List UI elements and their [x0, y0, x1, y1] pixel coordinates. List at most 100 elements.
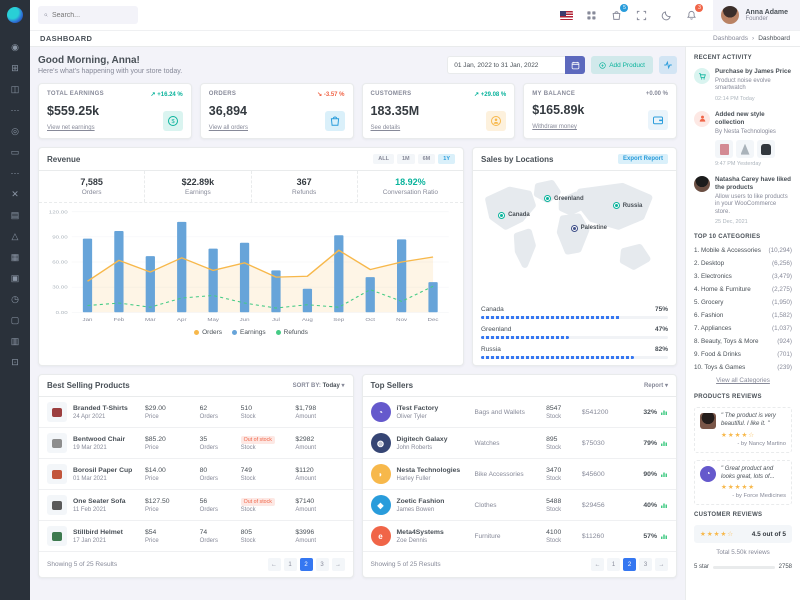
widgets-icon[interactable]: ▤	[11, 211, 20, 220]
advance-ui-icon[interactable]: ▦	[11, 253, 20, 262]
authentication-icon[interactable]: ◎	[11, 127, 19, 136]
svg-text:30.00: 30.00	[52, 285, 67, 290]
seller-row[interactable]: ◗ Nesta Technologies Harley Fuller Bike …	[363, 459, 677, 490]
stat-link[interactable]: Withdraw money	[532, 124, 584, 130]
multilevel-icon[interactable]: ⊡	[11, 358, 19, 367]
product-thumb[interactable]	[757, 140, 775, 158]
base-ui-icon[interactable]: △	[12, 232, 19, 241]
pages-more-icon[interactable]: ⋯	[11, 106, 20, 115]
pager-page-2[interactable]: 2	[300, 558, 313, 571]
pager-page-3[interactable]: 3	[316, 558, 329, 571]
category-row[interactable]: 7. Appliances(1,037)	[694, 325, 792, 332]
pager-page-1[interactable]: 1	[284, 558, 297, 571]
stat-link[interactable]: View all orders	[209, 125, 248, 131]
category-row[interactable]: 8. Beauty, Toys & More(924)	[694, 338, 792, 345]
pager-page-2[interactable]: 2	[623, 558, 636, 571]
app-logo[interactable]	[0, 0, 30, 30]
legend-item-refunds[interactable]: Refunds	[276, 329, 308, 336]
product-thumb[interactable]	[736, 140, 754, 158]
range-button-1y[interactable]: 1Y	[438, 154, 455, 164]
category-row[interactable]: 1. Mobile & Accessories(10,294)	[694, 247, 792, 254]
pager-prev[interactable]: ←	[268, 558, 281, 571]
seller-category: Clothes	[475, 502, 547, 509]
category-row[interactable]: 3. Electronics(3,479)	[694, 273, 792, 280]
dark-mode-toggle[interactable]	[659, 8, 673, 22]
category-row[interactable]: 9. Food & Drinks(701)	[694, 351, 792, 358]
date-range-input[interactable]	[447, 56, 565, 74]
search-box[interactable]	[38, 6, 138, 24]
cart-button[interactable]: 5	[609, 8, 623, 22]
shortcuts-button[interactable]	[659, 56, 677, 74]
view-all-categories-link[interactable]: View all Categories	[694, 377, 792, 384]
apps-icon[interactable]: ⊞	[11, 64, 19, 73]
svg-text:Nov: Nov	[396, 318, 407, 323]
pages-icon[interactable]: ▭	[11, 148, 20, 157]
seller-amount: $11260	[582, 533, 634, 540]
export-report-button[interactable]: Export Report	[618, 154, 668, 164]
language-flag[interactable]	[559, 8, 573, 22]
charts-icon[interactable]: ▢	[11, 316, 20, 325]
stat-card-customers: CUSTOMERS ↗ +29.08 % 183.35M See details	[362, 83, 516, 139]
seller-row[interactable]: ◍ Digitech Galaxy John Roberts Watches 8…	[363, 428, 677, 459]
category-row[interactable]: 6. Fashion(1,582)	[694, 312, 792, 319]
category-row[interactable]: 4. Home & Furniture(2,275)	[694, 286, 792, 293]
landing-more-icon[interactable]: ⋯	[11, 169, 20, 178]
apps-menu-button[interactable]	[584, 8, 598, 22]
legend-item-earnings[interactable]: Earnings	[232, 329, 266, 336]
seller-row[interactable]: e Meta4Systems Zoe Dennis Furniture 4100…	[363, 521, 677, 552]
product-row[interactable]: One Seater Sofa 11 Feb 2021 $127.50Price…	[39, 490, 353, 521]
breadcrumb-parent[interactable]: Dashboards	[713, 35, 748, 42]
product-row[interactable]: Bentwood Chair 19 Mar 2021 $85.20Price 3…	[39, 428, 353, 459]
seller-row[interactable]: ◔ iTest Factory Oliver Tyler Bags and Wa…	[363, 397, 677, 428]
activity-item: Purchase by James Price Product noise ev…	[694, 68, 792, 102]
seller-logo: ◆	[371, 495, 391, 515]
product-row[interactable]: Branded T-Shirts 24 Apr 2021 $29.00Price…	[39, 397, 353, 428]
marker-label: Russia	[623, 203, 643, 209]
world-map[interactable]: Greenland Canada Russia Palestine	[479, 175, 670, 293]
product-row[interactable]: Stillbird Helmet 17 Jan 2021 $54Price 74…	[39, 521, 353, 552]
maps-icon[interactable]: ▥	[11, 337, 20, 346]
sort-by-dropdown[interactable]: SORT BY: Today ▾	[293, 382, 345, 389]
forms-icon[interactable]: ▣	[11, 274, 20, 283]
revenue-range-buttons: ALL1M6M1Y	[373, 154, 455, 164]
map-marker-greenland[interactable]: Greenland	[544, 195, 584, 202]
map-marker-russia[interactable]: Russia	[613, 202, 643, 209]
stat-link[interactable]: See details	[371, 125, 420, 131]
pager-next[interactable]: →	[332, 558, 345, 571]
search-icon	[44, 11, 48, 19]
stat-link[interactable]: View net earnings	[47, 125, 99, 131]
components-icon[interactable]: ✕	[11, 190, 19, 199]
calendar-button[interactable]	[565, 56, 585, 74]
category-row[interactable]: 2. Desktop(6,256)	[694, 260, 792, 267]
seller-percent: 90%	[634, 470, 668, 478]
category-row[interactable]: 10. Toys & Games(239)	[694, 364, 792, 371]
map-marker-canada[interactable]: Canada	[498, 212, 530, 219]
layouts-icon[interactable]: ◫	[11, 85, 20, 94]
stat-card-my-balance: MY BALANCE +0.00 % $165.89k Withdraw mon…	[523, 83, 677, 139]
pager-page-1[interactable]: 1	[607, 558, 620, 571]
range-button-all[interactable]: ALL	[373, 154, 394, 164]
legend-item-orders[interactable]: Orders	[194, 329, 222, 336]
pager-next[interactable]: →	[655, 558, 668, 571]
dashboards-icon[interactable]: ◉	[11, 43, 19, 52]
add-product-button[interactable]: Add Product	[591, 56, 653, 74]
category-count: (1,950)	[772, 299, 792, 306]
user-menu[interactable]: Anna Adame Founder	[713, 0, 800, 30]
product-row[interactable]: Borosil Paper Cup 01 Mar 2021 $14.00Pric…	[39, 459, 353, 490]
range-button-6m[interactable]: 6M	[418, 154, 436, 164]
notifications-button[interactable]: 3	[684, 8, 698, 22]
map-marker-palestine[interactable]: Palestine	[571, 225, 607, 232]
pager-page-3[interactable]: 3	[639, 558, 652, 571]
range-button-1m[interactable]: 1M	[397, 154, 415, 164]
tables-icon[interactable]: ◷	[11, 295, 19, 304]
product-thumb[interactable]	[715, 140, 733, 158]
search-input[interactable]	[52, 12, 132, 19]
fullscreen-button[interactable]	[634, 8, 648, 22]
top-sellers-title: Top Sellers	[371, 381, 414, 390]
category-row[interactable]: 5. Grocery(1,950)	[694, 299, 792, 306]
stat-value: $165.89k	[532, 103, 584, 117]
report-dropdown[interactable]: Report ▾	[644, 382, 668, 389]
seller-row[interactable]: ◆ Zoetic Fashion James Bowen Clothes 548…	[363, 490, 677, 521]
pager-prev[interactable]: ←	[591, 558, 604, 571]
stat-card-total-earnings: TOTAL EARNINGS ↗ +16.24 % $559.25k View …	[38, 83, 192, 139]
